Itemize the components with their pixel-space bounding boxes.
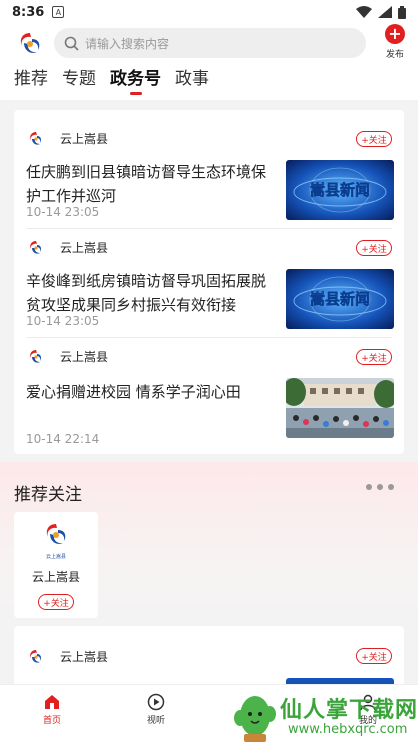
nav-home[interactable]: 首页 <box>22 693 82 726</box>
thumb-text: 嵩县新闻 <box>310 181 370 199</box>
nav-label: 视听 <box>146 716 165 726</box>
news-thumbnail[interactable] <box>286 378 394 438</box>
source-logo-icon <box>30 131 41 145</box>
watermark: 仙人掌下载网 www.hebxqrc.com <box>230 688 418 743</box>
search-icon <box>64 36 79 51</box>
status-bar: 8:36 A <box>0 0 418 24</box>
news-title[interactable]: 爱心捐赠进校园 情系学子润心田 <box>26 380 276 404</box>
battery-icon <box>398 5 406 19</box>
source-name: 云上嵩县 <box>60 132 109 146</box>
cactus-icon <box>234 696 276 742</box>
section-title: 推荐关注 <box>14 485 82 505</box>
source-logo-icon <box>30 349 41 363</box>
source-name: 云上嵩县 <box>60 241 109 255</box>
publish-button[interactable]: + 发布 <box>380 24 410 60</box>
news-thumbnail-image: 嵩县新闻 <box>286 160 394 220</box>
home-icon <box>45 695 59 709</box>
search-placeholder: 请输入搜索内容 <box>85 36 170 51</box>
play-icon <box>147 693 165 711</box>
feed-card: 云上嵩县 +关注 <box>14 626 404 686</box>
news-source[interactable]: 云上嵩县 <box>28 648 108 665</box>
source-name: 云上嵩县 <box>60 350 109 364</box>
news-thumbnail[interactable]: 嵩县新闻 <box>286 160 394 220</box>
status-icons <box>356 5 406 19</box>
app-header: 请输入搜索内容 + 发布 推荐 专题 政务号 政事 <box>0 24 418 100</box>
thumb-text: 嵩县新闻 <box>310 290 370 308</box>
follow-button[interactable]: +关注 <box>356 240 392 256</box>
more-icon[interactable] <box>366 484 394 490</box>
nav-media[interactable]: 视听 <box>126 693 186 726</box>
account-logo: 云上嵩县 <box>42 522 70 560</box>
watermark-url: www.hebxqrc.com <box>288 722 408 737</box>
account-logo-caption: 云上嵩县 <box>45 554 66 560</box>
tab-gov-accounts[interactable]: 政务号 <box>110 64 161 96</box>
a-badge-icon: A <box>52 6 65 18</box>
news-thumbnail-image: 嵩县新闻 <box>286 269 394 329</box>
recommend-section: 推荐关注 云上嵩县 云上嵩县 +关注 <box>0 462 418 632</box>
account-name: 云上嵩县 <box>31 570 80 584</box>
app-logo-icon[interactable] <box>16 30 44 58</box>
news-title[interactable]: 任庆鹏到旧县镇暗访督导生态环境保护工作并巡河 <box>26 160 276 208</box>
news-time: 10-14 23:05 <box>26 205 100 219</box>
account-logo-icon <box>46 524 66 544</box>
nav-label: 首页 <box>42 716 61 726</box>
signal-icon <box>378 6 392 18</box>
news-thumbnail[interactable]: 嵩县新闻 <box>286 269 394 329</box>
follow-button[interactable]: +关注 <box>356 349 392 365</box>
tab-affairs[interactable]: 政事 <box>175 64 209 96</box>
publish-label: 发布 <box>385 50 404 60</box>
recommend-account-card[interactable]: 云上嵩县 云上嵩县 +关注 <box>14 512 98 618</box>
news-time: 10-14 23:05 <box>26 314 100 328</box>
news-source[interactable]: 云上嵩县 <box>28 239 108 256</box>
wifi-icon <box>356 6 372 18</box>
news-source[interactable]: 云上嵩县 <box>28 348 108 365</box>
news-title[interactable]: 辛俊峰到纸房镇暗访督导巩固拓展脱贫攻坚成果同乡村振兴有效衔接 <box>26 269 276 317</box>
watermark-title: 仙人掌下载网 <box>280 698 418 723</box>
news-thumbnail-image <box>286 378 394 438</box>
source-name: 云上嵩县 <box>60 650 109 664</box>
follow-button[interactable]: +关注 <box>356 648 392 664</box>
tab-topics[interactable]: 专题 <box>62 64 96 96</box>
plus-icon: + <box>385 24 405 44</box>
divider <box>26 228 392 229</box>
channel-tabs: 推荐 专题 政务号 政事 <box>14 64 209 96</box>
news-source[interactable]: 云上嵩县 <box>28 130 108 147</box>
news-time: 10-14 22:14 <box>26 432 100 446</box>
tab-recommend[interactable]: 推荐 <box>14 64 48 96</box>
search-input[interactable]: 请输入搜索内容 <box>54 28 366 58</box>
status-time: 8:36 <box>12 4 45 20</box>
feed-card: 云上嵩县 +关注 任庆鹏到旧县镇暗访督导生态环境保护工作并巡河 10-14 23… <box>14 110 404 454</box>
follow-button[interactable]: +关注 <box>356 131 392 147</box>
divider <box>26 337 392 338</box>
source-logo-icon <box>30 649 41 663</box>
follow-button[interactable]: +关注 <box>38 594 74 610</box>
source-logo-icon <box>30 240 41 254</box>
